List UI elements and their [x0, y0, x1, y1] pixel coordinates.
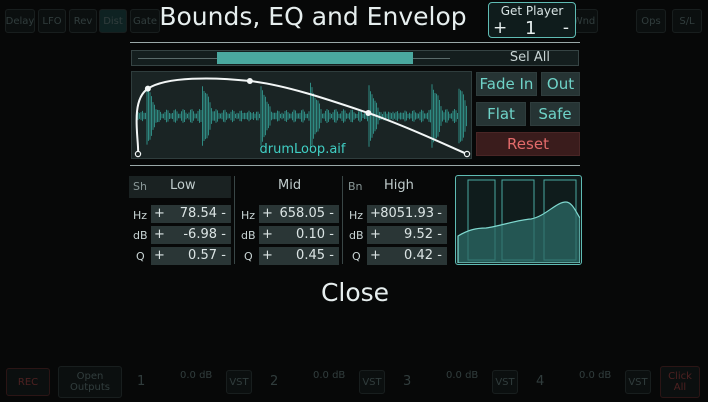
mid-hz-plus-button[interactable]: +: [262, 205, 273, 223]
bg-open-outputs-button: Open Outputs: [58, 366, 122, 398]
out-button[interactable]: Out: [541, 72, 580, 96]
low-band-name: Low: [170, 178, 196, 193]
envelope-editor[interactable]: drumLoop.aif: [131, 71, 472, 159]
get-player-value: 1: [525, 18, 537, 39]
low-hz-plus-button[interactable]: +: [154, 205, 165, 223]
db-label: dB: [349, 229, 364, 242]
low-q-minus-button[interactable]: -: [221, 247, 226, 265]
bg-channel-db: 0.0 dB: [313, 370, 346, 381]
hz-label: Hz: [349, 209, 364, 222]
high-q-plus-button[interactable]: +: [370, 247, 381, 265]
high-db-plus-button[interactable]: +: [370, 226, 381, 244]
band-separator: [234, 176, 235, 264]
high-q-field[interactable]: + 0.42 -: [367, 247, 447, 265]
bg-channel-vst: VST: [492, 370, 518, 394]
q-label: Q: [136, 250, 145, 263]
low-hz-minus-button[interactable]: -: [221, 205, 226, 223]
dialog-title: Bounds, EQ and Envelop: [159, 2, 467, 31]
bg-dist-button: Dist: [99, 9, 127, 33]
high-band-tag[interactable]: Bn: [348, 180, 363, 193]
bg-channel-vst: VST: [226, 370, 252, 394]
bg-channel-db: 0.0 dB: [446, 370, 479, 381]
file-name-label: drumLoop.aif: [259, 142, 346, 157]
high-hz-field[interactable]: + 8051.93 -: [367, 205, 447, 223]
bg-sl-button: S/L: [672, 9, 702, 33]
fade-in-button[interactable]: Fade In: [476, 72, 537, 96]
high-hz-value[interactable]: 8051.93: [378, 205, 434, 223]
mid-hz-value[interactable]: 658.05: [275, 205, 326, 223]
mid-band-name: Mid: [278, 178, 302, 193]
sel-all-label[interactable]: Sel All: [510, 51, 550, 65]
get-player-label: Get Player: [500, 4, 564, 18]
bg-channel-number: 3: [403, 374, 412, 389]
get-player-plus-button[interactable]: +: [493, 18, 507, 38]
low-q-field[interactable]: + 0.57 -: [151, 247, 231, 265]
high-db-minus-button[interactable]: -: [437, 226, 442, 244]
eq-curve: [457, 179, 581, 264]
mid-q-field[interactable]: + 0.45 -: [259, 247, 339, 265]
reset-button[interactable]: Reset: [476, 132, 580, 156]
bg-channel-vst: VST: [625, 370, 651, 394]
bg-rev-button: Rev: [69, 9, 97, 33]
db-label: dB: [241, 229, 256, 242]
low-db-field[interactable]: + -6.98 -: [151, 226, 231, 244]
selection-bar[interactable]: Sel All: [131, 50, 579, 66]
flat-button[interactable]: Flat: [476, 102, 526, 126]
mid-q-value[interactable]: 0.45: [275, 247, 325, 265]
envelope-point[interactable]: [144, 85, 151, 92]
low-db-minus-button[interactable]: -: [221, 226, 226, 244]
bg-channel-number: 1: [137, 374, 146, 389]
q-label: Q: [352, 250, 361, 263]
eq-response-graph[interactable]: [455, 175, 582, 265]
high-db-field[interactable]: + 9.52 -: [367, 226, 447, 244]
selection-range-handle[interactable]: [216, 52, 413, 64]
high-q-value[interactable]: 0.42: [383, 247, 433, 265]
band-separator: [342, 176, 343, 264]
bg-rec-button: REC: [6, 368, 50, 396]
bg-channel-number: 4: [536, 374, 545, 389]
mid-hz-field[interactable]: + 658.05 -: [259, 205, 339, 223]
high-q-minus-button[interactable]: -: [437, 247, 442, 265]
get-player-control[interactable]: Get Player + 1 -: [488, 2, 576, 39]
safe-button[interactable]: Safe: [530, 102, 580, 126]
close-button[interactable]: Close: [300, 278, 410, 307]
bg-channel-vst: VST: [359, 370, 385, 394]
mid-db-field[interactable]: + 0.10 -: [259, 226, 339, 244]
low-hz-field[interactable]: + 78.54 -: [151, 205, 231, 223]
high-hz-minus-button[interactable]: -: [437, 205, 442, 223]
get-player-minus-button[interactable]: -: [563, 18, 569, 38]
q-label: Q: [244, 250, 253, 263]
envelope-point[interactable]: [365, 109, 372, 116]
low-db-value[interactable]: -6.98: [167, 226, 217, 244]
bg-ops-button: Ops: [636, 9, 666, 33]
high-band-name: High: [384, 178, 414, 193]
bg-delay-button: Delay: [5, 9, 35, 33]
low-q-plus-button[interactable]: +: [154, 247, 165, 265]
low-hz-value[interactable]: 78.54: [167, 205, 217, 223]
eq-fill-area: [457, 201, 581, 264]
mid-db-plus-button[interactable]: +: [262, 226, 273, 244]
bg-channel-db: 0.0 dB: [180, 370, 213, 381]
high-db-value[interactable]: 9.52: [383, 226, 433, 244]
mid-q-plus-button[interactable]: +: [262, 247, 273, 265]
low-band-tag[interactable]: Sh: [133, 180, 147, 193]
mid-db-value[interactable]: 0.10: [275, 226, 325, 244]
db-label: dB: [133, 229, 148, 242]
hz-label: Hz: [241, 209, 256, 222]
hz-label: Hz: [133, 209, 148, 222]
bg-click-all-button: Click All: [660, 366, 700, 398]
bg-channel-number: 2: [270, 374, 279, 389]
mid-db-minus-button[interactable]: -: [329, 226, 334, 244]
envelope-point[interactable]: [246, 78, 253, 85]
mid-q-minus-button[interactable]: -: [329, 247, 334, 265]
bg-lfo-button: LFO: [38, 9, 66, 33]
middle-divider: [130, 165, 580, 166]
top-divider: [130, 42, 580, 43]
low-db-plus-button[interactable]: +: [154, 226, 165, 244]
low-q-value[interactable]: 0.57: [167, 247, 217, 265]
mid-hz-minus-button[interactable]: -: [329, 205, 334, 223]
bg-channel-db: 0.0 dB: [579, 370, 612, 381]
